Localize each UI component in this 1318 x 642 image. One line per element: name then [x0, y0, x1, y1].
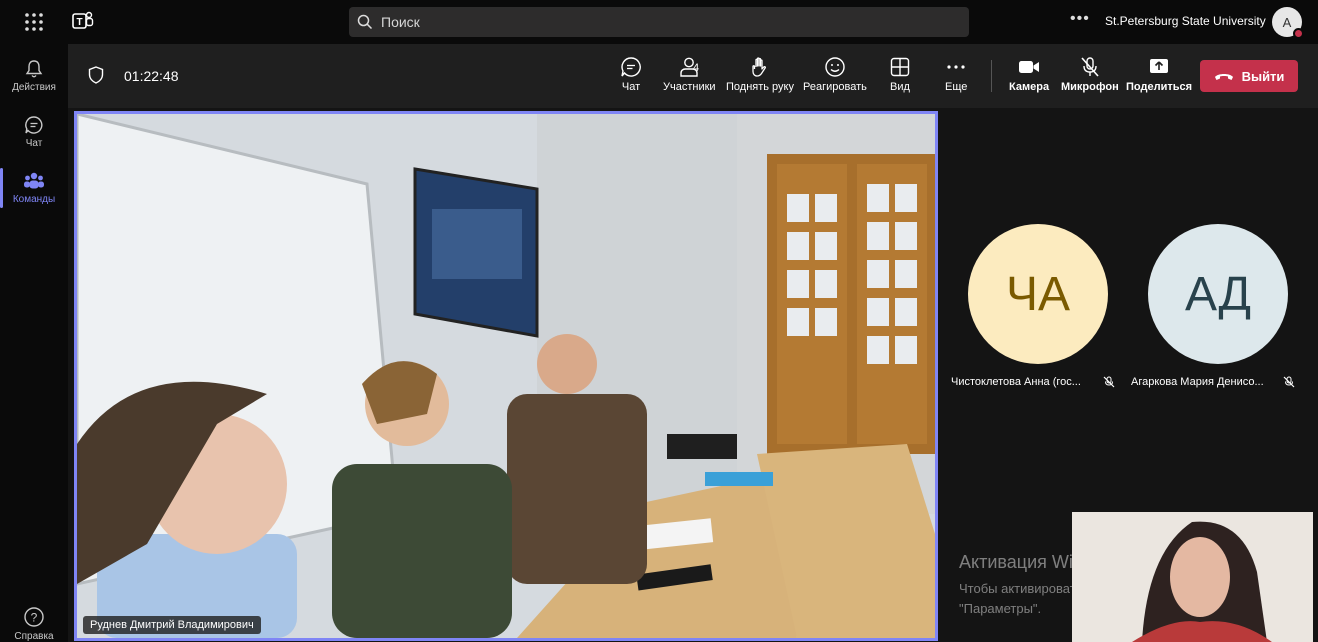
chat-icon [25, 116, 43, 134]
main-video-feed[interactable]: Руднев Дмитрий Владимирович [74, 111, 938, 641]
participants-count: 4 [693, 62, 700, 74]
share-screen-icon [1150, 59, 1169, 73]
leave-button-label: Выйти [1241, 68, 1285, 84]
camera-button-label: Камера [1009, 81, 1050, 93]
shield-icon[interactable] [88, 66, 104, 84]
mic-off-icon [1081, 57, 1099, 77]
participant-avatar: ЧА [968, 224, 1108, 364]
rail-item-label: Действия [12, 82, 56, 93]
more-button-label: Еще [945, 81, 968, 93]
camera-icon [1019, 61, 1040, 73]
avatar-initial: A [1282, 14, 1292, 30]
participant-name: Агаркова Мария Денисо... [1131, 376, 1264, 388]
rail-item-label: Команды [12, 194, 56, 205]
participant-name-row: Чистоклетова Анна (гос... [951, 376, 1119, 388]
hand-icon [752, 57, 766, 77]
raise-hand-button[interactable]: Поднять руку [726, 56, 794, 93]
microphone-button-label: Микрофон [1061, 81, 1119, 93]
top-bar: T ••• St.Petersburg State University A [0, 0, 1318, 44]
rail-item-activity[interactable]: Действия [0, 50, 68, 102]
search-icon [357, 14, 373, 30]
bell-icon [25, 60, 43, 78]
view-button-label: Вид [890, 81, 910, 93]
toolbar-divider [991, 60, 992, 92]
self-camera-frame [1072, 512, 1313, 642]
svg-text:?: ? [31, 611, 38, 625]
hang-up-icon [1214, 74, 1233, 80]
participant-avatar: АД [1148, 224, 1288, 364]
chat-button-label: Чат [621, 81, 641, 93]
chat-icon [621, 57, 641, 77]
rail-item-help[interactable]: ? Справка [0, 598, 68, 642]
smile-icon [825, 57, 845, 77]
participant-name-row: Агаркова Мария Денисо... [1131, 376, 1299, 388]
app-launcher-icon[interactable] [24, 12, 44, 32]
svg-text:T: T [76, 17, 82, 28]
microphone-button[interactable]: Микрофон [1061, 56, 1119, 93]
react-button[interactable]: Реагировать [803, 56, 867, 93]
more-button[interactable]: Еще [945, 56, 967, 93]
react-button-label: Реагировать [803, 81, 867, 93]
meeting-timer: 01:22:48 [124, 68, 179, 84]
mic-off-icon [1283, 376, 1295, 388]
rail-item-label: Чат [25, 138, 43, 149]
meeting-toolbar: 01:22:48 Чат 4 Участники Поднять руку Ре… [68, 44, 1318, 108]
organization-name: St.Petersburg State University [1105, 14, 1266, 28]
view-button[interactable]: Вид [889, 56, 911, 93]
teams-meeting-window: T ••• St.Petersburg State University A Д… [0, 0, 1318, 642]
avatar[interactable]: A [1272, 7, 1304, 39]
participant-tile[interactable]: АД Агаркова Мария Денисо... [1131, 224, 1295, 388]
leave-button[interactable]: Выйти [1200, 60, 1298, 92]
rail-item-chat[interactable]: Чат [0, 106, 68, 158]
rail-item-teams[interactable]: Команды [0, 162, 68, 214]
left-app-rail: Действия Чат Команды ? Справка [0, 44, 68, 642]
share-button-label: Поделиться [1126, 81, 1193, 93]
raise-hand-button-label: Поднять руку [726, 81, 794, 93]
participant-tile[interactable]: ЧА Чистоклетова Анна (гос... [951, 224, 1115, 388]
self-video-preview[interactable] [1072, 512, 1313, 642]
classroom-video-frame [77, 114, 935, 638]
share-button[interactable]: Поделиться [1126, 56, 1192, 93]
participants-button-label: Участники [663, 81, 716, 93]
participant-name: Чистоклетова Анна (гос... [951, 376, 1081, 388]
speaker-name-tag: Руднев Дмитрий Владимирович [83, 616, 261, 634]
teams-logo-icon: T [72, 11, 94, 29]
help-icon: ? [24, 607, 44, 627]
grid-view-icon [890, 57, 910, 77]
search-input[interactable] [381, 14, 941, 30]
rail-item-label: Справка [14, 631, 54, 642]
teams-icon [24, 172, 44, 189]
chat-button[interactable]: Чат [620, 56, 642, 93]
camera-button[interactable]: Камера [1009, 56, 1049, 93]
meeting-stage: Руднев Дмитрий Владимирович ЧА Чистоклет… [68, 108, 1318, 642]
participants-button[interactable]: 4 Участники [663, 56, 716, 93]
mic-off-icon [1103, 376, 1115, 388]
more-horizontal-icon[interactable]: ••• [1070, 10, 1090, 28]
search-box[interactable] [349, 7, 969, 37]
more-horizontal-icon [947, 65, 965, 69]
presence-status-dot [1293, 28, 1304, 39]
